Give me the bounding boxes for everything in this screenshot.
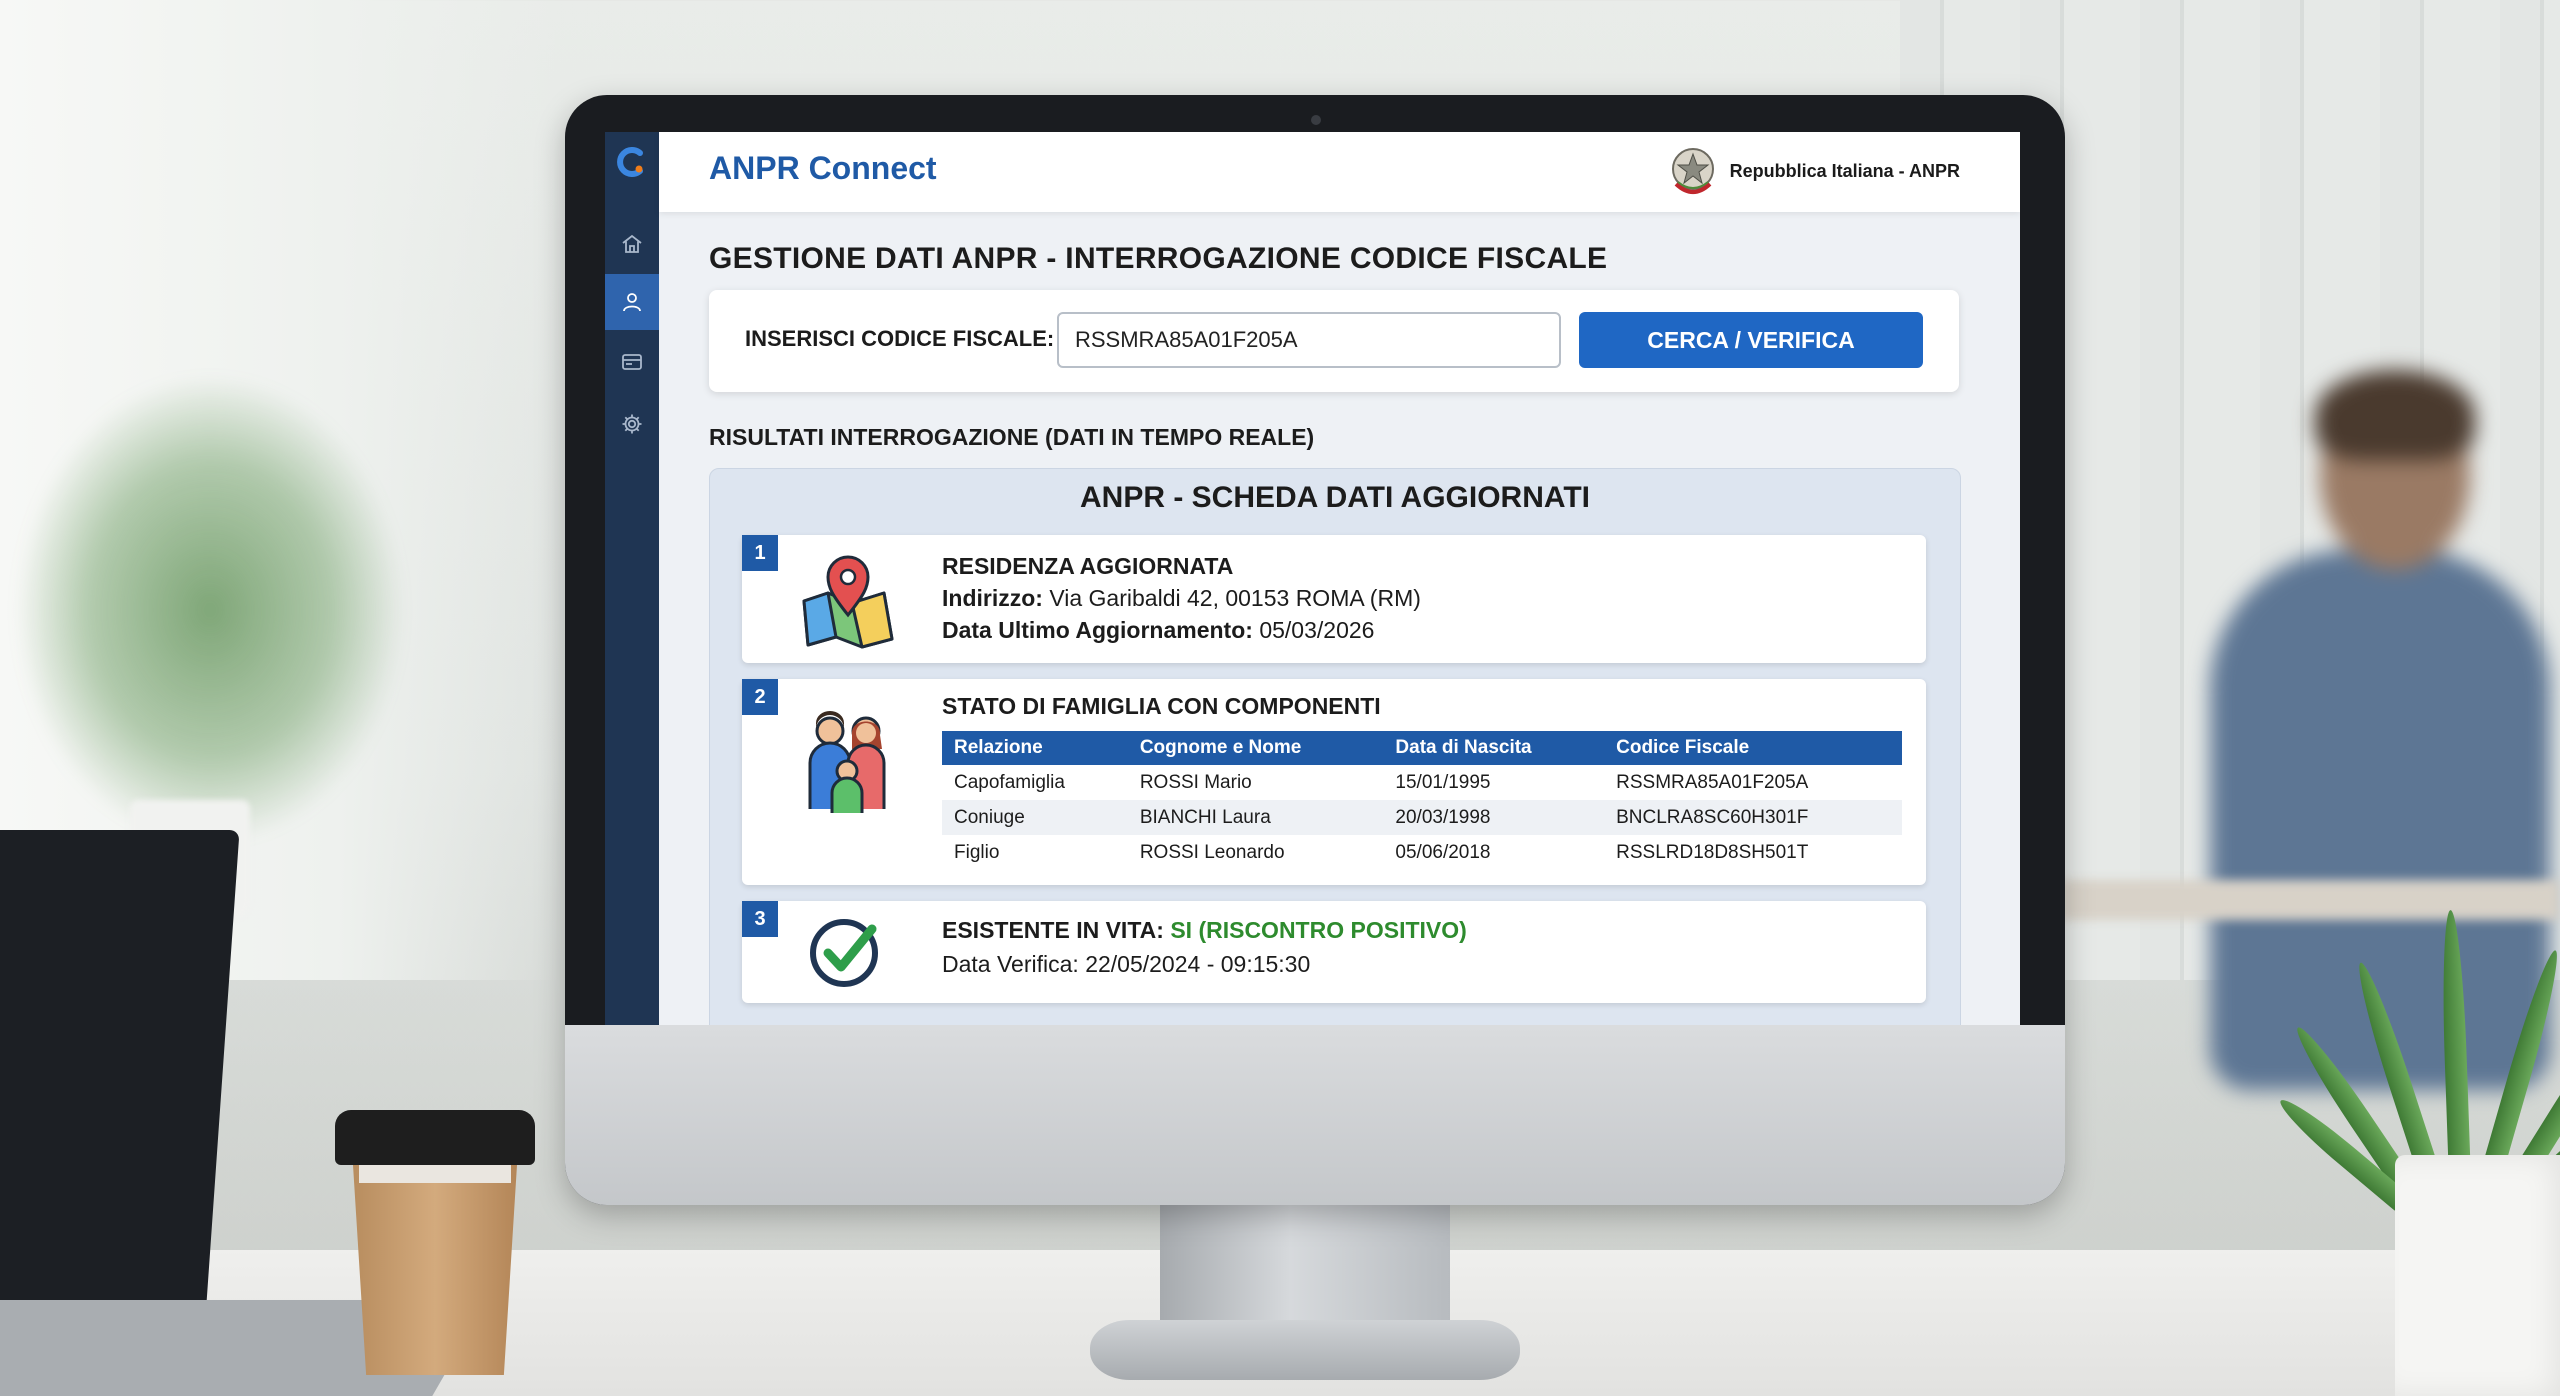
search-label: INSERISCI CODICE FISCALE:	[745, 326, 1055, 351]
alive-row: ESISTENTE IN VITA: SI (RISCONTRO POSITIV…	[942, 917, 1467, 944]
residence-address-row: Indirizzo: Via Garibaldi 42, 00153 ROMA …	[942, 585, 1421, 612]
sidebar-item-user[interactable]	[605, 274, 659, 330]
panel-title: ANPR - SCHEDA DATI AGGIORNATI	[1080, 481, 1590, 514]
table-cell: ROSSI Mario	[1139, 771, 1252, 793]
table-cell: 15/01/1995	[1395, 771, 1491, 793]
column-header: Data di Nascita	[1383, 731, 1605, 765]
family-card: 2 STATO DI FAMIGLIA CON COMPONENTI Relaz…	[742, 679, 1926, 885]
address-label: Indirizzo:	[942, 585, 1043, 611]
card-icon	[622, 354, 642, 370]
table-cell: Figlio	[954, 841, 1000, 863]
search-card: INSERISCI CODICE FISCALE: CERCA / VERIFI…	[709, 290, 1959, 392]
app-title: ANPR Connect	[709, 150, 937, 186]
check-circle-icon	[810, 919, 878, 987]
table-row: Coniuge BIANCHI Laura 20/03/1998 BNCLRA8…	[942, 800, 1902, 835]
sidebar-item-home[interactable]	[605, 216, 659, 272]
table-cell: ROSSI Leonardo	[1139, 841, 1285, 863]
column-header: Cognome e Nome	[1127, 731, 1384, 765]
coffee-cup	[335, 1110, 535, 1380]
residence-heading: RESIDENZA AGGIORNATA	[942, 553, 1234, 579]
sidebar-item-records[interactable]	[605, 334, 659, 390]
monitor-foot	[1090, 1320, 1520, 1380]
background-plant	[20, 380, 400, 840]
authority-label: Repubblica Italiana - ANPR	[1729, 160, 1960, 181]
verification-date-value: 22/05/2024 - 09:15:30	[1085, 951, 1311, 977]
step-badge: 3	[742, 901, 778, 937]
top-bar: ANPR Connect Repubblica Italiana - ANPR	[659, 132, 2020, 212]
verification-date-label: Data Verifica:	[942, 951, 1079, 977]
table-cell: 20/03/1998	[1383, 800, 1605, 835]
updated-value: 05/03/2026	[1259, 617, 1375, 643]
family-heading: STATO DI FAMIGLIA CON COMPONENTI	[942, 693, 1381, 719]
alive-card: 3 ESISTENTE IN VITA: SI (RISCONTRO POSIT…	[742, 901, 1926, 1003]
results-panel: ANPR - SCHEDA DATI AGGIORNATI 1 RESIDENZ…	[709, 468, 1961, 1025]
column-header: Relazione	[942, 731, 1128, 765]
camera-dot	[1311, 115, 1321, 125]
table-cell: RSSMRA85A01F205A	[1616, 771, 1809, 793]
verification-date-row: Data Verifica: 22/05/2024 - 09:15:30	[942, 951, 1310, 978]
table-row: Capofamiglia ROSSI Mario 15/01/1995 RSSM…	[942, 765, 1902, 800]
italian-emblem-icon	[1671, 148, 1714, 194]
step-badge: 2	[742, 679, 778, 715]
residence-card: 1 RESIDENZA AGGIORNATA Indirizzo: Via Ga…	[742, 535, 1926, 663]
app-logo-icon	[617, 147, 643, 177]
government-badge: Repubblica Italiana - ANPR	[1668, 144, 1960, 198]
search-verify-button[interactable]: CERCA / VERIFICA	[1579, 312, 1923, 368]
home-icon	[622, 234, 642, 253]
table-cell: 05/06/2018	[1395, 841, 1491, 863]
plant-pot	[2395, 1155, 2560, 1396]
alive-status: SI (RISCONTRO POSITIVO)	[1170, 917, 1467, 943]
address-value: Via Garibaldi 42, 00153 ROMA (RM)	[1049, 585, 1421, 611]
table-cell: BNCLRA8SC60H301F	[1604, 800, 1902, 835]
table-cell: RSSLRD18D8SH501T	[1616, 841, 1809, 863]
app-screen: ANPR Connect Repubblica Italiana - ANPR …	[605, 132, 2020, 1025]
user-icon	[623, 293, 641, 312]
residence-updated-row: Data Ultimo Aggiornamento: 05/03/2026	[942, 617, 1374, 644]
codice-fiscale-input[interactable]	[1057, 312, 1561, 368]
step-badge: 1	[742, 535, 778, 571]
updated-label: Data Ultimo Aggiornamento:	[942, 617, 1253, 643]
gear-icon	[622, 414, 642, 434]
monitor-chin	[565, 1025, 2065, 1205]
alive-heading: ESISTENTE IN VITA:	[942, 917, 1164, 943]
map-pin-icon	[802, 555, 894, 649]
table-header-row: Relazione Cognome e Nome Data di Nascita…	[942, 731, 1902, 765]
table-cell: BIANCHI Laura	[1127, 800, 1384, 835]
sidebar	[605, 132, 659, 1025]
family-table: Relazione Cognome e Nome Data di Nascita…	[942, 731, 1902, 870]
results-title: RISULTATI INTERROGAZIONE (DATI IN TEMPO …	[709, 424, 1315, 450]
family-icon	[808, 711, 886, 813]
table-row: Figlio ROSSI Leonardo 05/06/2018 RSSLRD1…	[942, 835, 1902, 870]
page-title: GESTIONE DATI ANPR - INTERROGAZIONE CODI…	[709, 242, 1608, 275]
table-cell: Coniuge	[942, 800, 1128, 835]
column-header: Codice Fiscale	[1604, 731, 1902, 765]
sidebar-item-settings[interactable]	[605, 396, 659, 452]
table-cell: Capofamiglia	[954, 771, 1065, 793]
